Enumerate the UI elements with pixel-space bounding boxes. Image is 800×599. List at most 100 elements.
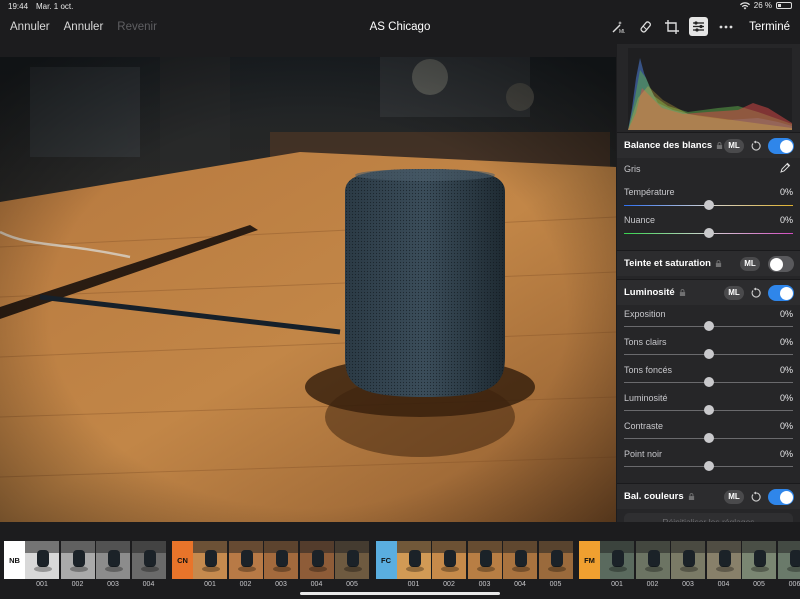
preset-thumbnail[interactable] bbox=[131, 541, 166, 579]
preset-thumbnail[interactable] bbox=[432, 541, 466, 579]
preset-label: 002 bbox=[71, 581, 84, 588]
preset-thumbnail[interactable] bbox=[635, 541, 670, 579]
done-button[interactable]: Terminé bbox=[749, 21, 790, 33]
preset-group-tag[interactable]: CN bbox=[172, 541, 193, 579]
preset-thumbnail[interactable] bbox=[228, 541, 263, 579]
more-icon[interactable] bbox=[716, 17, 735, 36]
preset-label: 003 bbox=[107, 581, 119, 588]
shadows-label: Tons foncés bbox=[624, 365, 673, 375]
highlights-value: 0% bbox=[779, 337, 793, 347]
preset-label: 004 bbox=[310, 581, 323, 588]
preset-thumbnail[interactable] bbox=[335, 541, 369, 579]
preset-label: 003 bbox=[478, 581, 491, 588]
preset-thumbnail[interactable] bbox=[193, 541, 227, 579]
crop-icon[interactable] bbox=[662, 17, 681, 36]
photo-image bbox=[0, 57, 616, 522]
adjustments-panel: Balance des blancs ML Gris Température 0… bbox=[617, 44, 800, 522]
section-luminosity[interactable]: Luminosité ML bbox=[617, 279, 800, 305]
preset-label: 002 bbox=[646, 581, 659, 588]
preset-thumbnail[interactable] bbox=[742, 541, 776, 579]
wifi-icon bbox=[739, 1, 750, 9]
preset-group-tag[interactable]: NB bbox=[4, 541, 25, 579]
color-balance-ml-button[interactable]: ML bbox=[724, 490, 744, 504]
reset-icon[interactable] bbox=[750, 491, 762, 503]
photo-canvas[interactable] bbox=[0, 57, 616, 522]
histogram bbox=[628, 48, 792, 130]
lock-icon bbox=[715, 260, 722, 267]
preset-label: 001 bbox=[407, 581, 420, 588]
exposure-value: 0% bbox=[779, 309, 793, 319]
white-balance-toggle[interactable] bbox=[768, 138, 794, 154]
contrast-label: Contraste bbox=[624, 421, 664, 431]
preset-label: 005 bbox=[753, 581, 765, 588]
highlights-label: Tons clairs bbox=[624, 337, 667, 347]
luminosity-toggle[interactable] bbox=[768, 285, 794, 301]
reset-icon[interactable] bbox=[750, 140, 762, 152]
preset-thumbnail[interactable] bbox=[396, 541, 431, 579]
preset-thumbnail[interactable] bbox=[299, 541, 334, 579]
preset-label: 006 bbox=[788, 581, 800, 588]
lock-icon bbox=[717, 142, 723, 149]
adjustments-icon[interactable] bbox=[689, 17, 709, 36]
status-date: Mar. 1 oct. bbox=[36, 2, 74, 11]
home-indicator bbox=[300, 592, 500, 595]
tint-label: Nuance bbox=[624, 215, 656, 225]
white-balance-ml-button[interactable]: ML bbox=[724, 139, 744, 153]
tint-value: 0% bbox=[779, 215, 793, 225]
color-balance-toggle[interactable] bbox=[768, 489, 794, 505]
shadows-slider[interactable] bbox=[624, 377, 793, 387]
temperature-slider[interactable] bbox=[624, 200, 793, 210]
section-hue-saturation[interactable]: Teinte et saturation ML bbox=[617, 250, 800, 276]
preset-label: 004 bbox=[142, 581, 155, 588]
status-bar: 19:44 Mar. 1 oct. 26 % bbox=[0, 0, 800, 12]
luminosity-ml-button[interactable]: ML bbox=[724, 286, 744, 300]
auto-enhance-wand-icon[interactable]: ML bbox=[608, 17, 627, 36]
reset-adjustments-button[interactable]: Réinitialiser les réglages bbox=[624, 513, 793, 522]
gray-label: Gris bbox=[624, 164, 641, 174]
eyedropper-icon[interactable] bbox=[780, 162, 791, 173]
status-time: 19:44 bbox=[8, 2, 29, 11]
black-point-slider[interactable] bbox=[624, 461, 793, 471]
hue-saturation-title: Teinte et saturation bbox=[624, 258, 711, 269]
contrast-value: 0% bbox=[779, 421, 793, 431]
hue-saturation-ml-button[interactable]: ML bbox=[740, 257, 760, 271]
preset-label: 004 bbox=[717, 581, 730, 588]
preset-group-tag[interactable]: FC bbox=[375, 541, 397, 579]
shadows-value: 0% bbox=[779, 365, 793, 375]
preset-thumbnail[interactable] bbox=[60, 541, 95, 579]
battery-percent: 26 % bbox=[753, 1, 772, 10]
preset-thumbnail[interactable] bbox=[671, 541, 705, 579]
preset-thumbnail[interactable] bbox=[777, 541, 800, 579]
hue-saturation-toggle[interactable] bbox=[768, 256, 794, 272]
section-color-balance[interactable]: Bal. couleurs ML bbox=[617, 483, 800, 509]
color-balance-title: Bal. couleurs bbox=[624, 491, 684, 502]
preset-thumbnail[interactable] bbox=[25, 541, 59, 579]
highlights-slider[interactable] bbox=[624, 349, 793, 359]
preset-label: 001 bbox=[36, 581, 48, 588]
lock-icon bbox=[679, 289, 685, 296]
svg-text:ML: ML bbox=[619, 29, 625, 34]
preset-thumbnail[interactable] bbox=[600, 541, 634, 579]
battery-icon bbox=[776, 2, 792, 9]
top-toolbar: Annuler Annuler Revenir AS Chicago ML Te… bbox=[0, 12, 800, 44]
preset-label: 002 bbox=[239, 581, 252, 588]
preset-thumbnail[interactable] bbox=[706, 541, 741, 579]
retouch-brush-icon[interactable] bbox=[635, 17, 654, 36]
brightness-value: 0% bbox=[779, 393, 793, 403]
preset-thumbnail[interactable] bbox=[538, 541, 573, 579]
preset-label: 005 bbox=[346, 581, 358, 588]
lock-icon bbox=[688, 493, 694, 500]
brightness-slider[interactable] bbox=[624, 405, 793, 415]
tint-slider[interactable] bbox=[624, 228, 793, 238]
contrast-slider[interactable] bbox=[624, 433, 793, 443]
exposure-slider[interactable] bbox=[624, 321, 793, 331]
luminosity-title: Luminosité bbox=[624, 287, 675, 298]
section-white-balance[interactable]: Balance des blancs ML bbox=[617, 132, 800, 158]
preset-thumbnail[interactable] bbox=[96, 541, 130, 579]
reset-icon[interactable] bbox=[750, 287, 762, 299]
preset-label: 003 bbox=[682, 581, 694, 588]
preset-thumbnail[interactable] bbox=[264, 541, 298, 579]
preset-thumbnail[interactable] bbox=[467, 541, 502, 579]
preset-thumbnail[interactable] bbox=[503, 541, 537, 579]
preset-group-tag[interactable]: FM bbox=[579, 541, 600, 579]
